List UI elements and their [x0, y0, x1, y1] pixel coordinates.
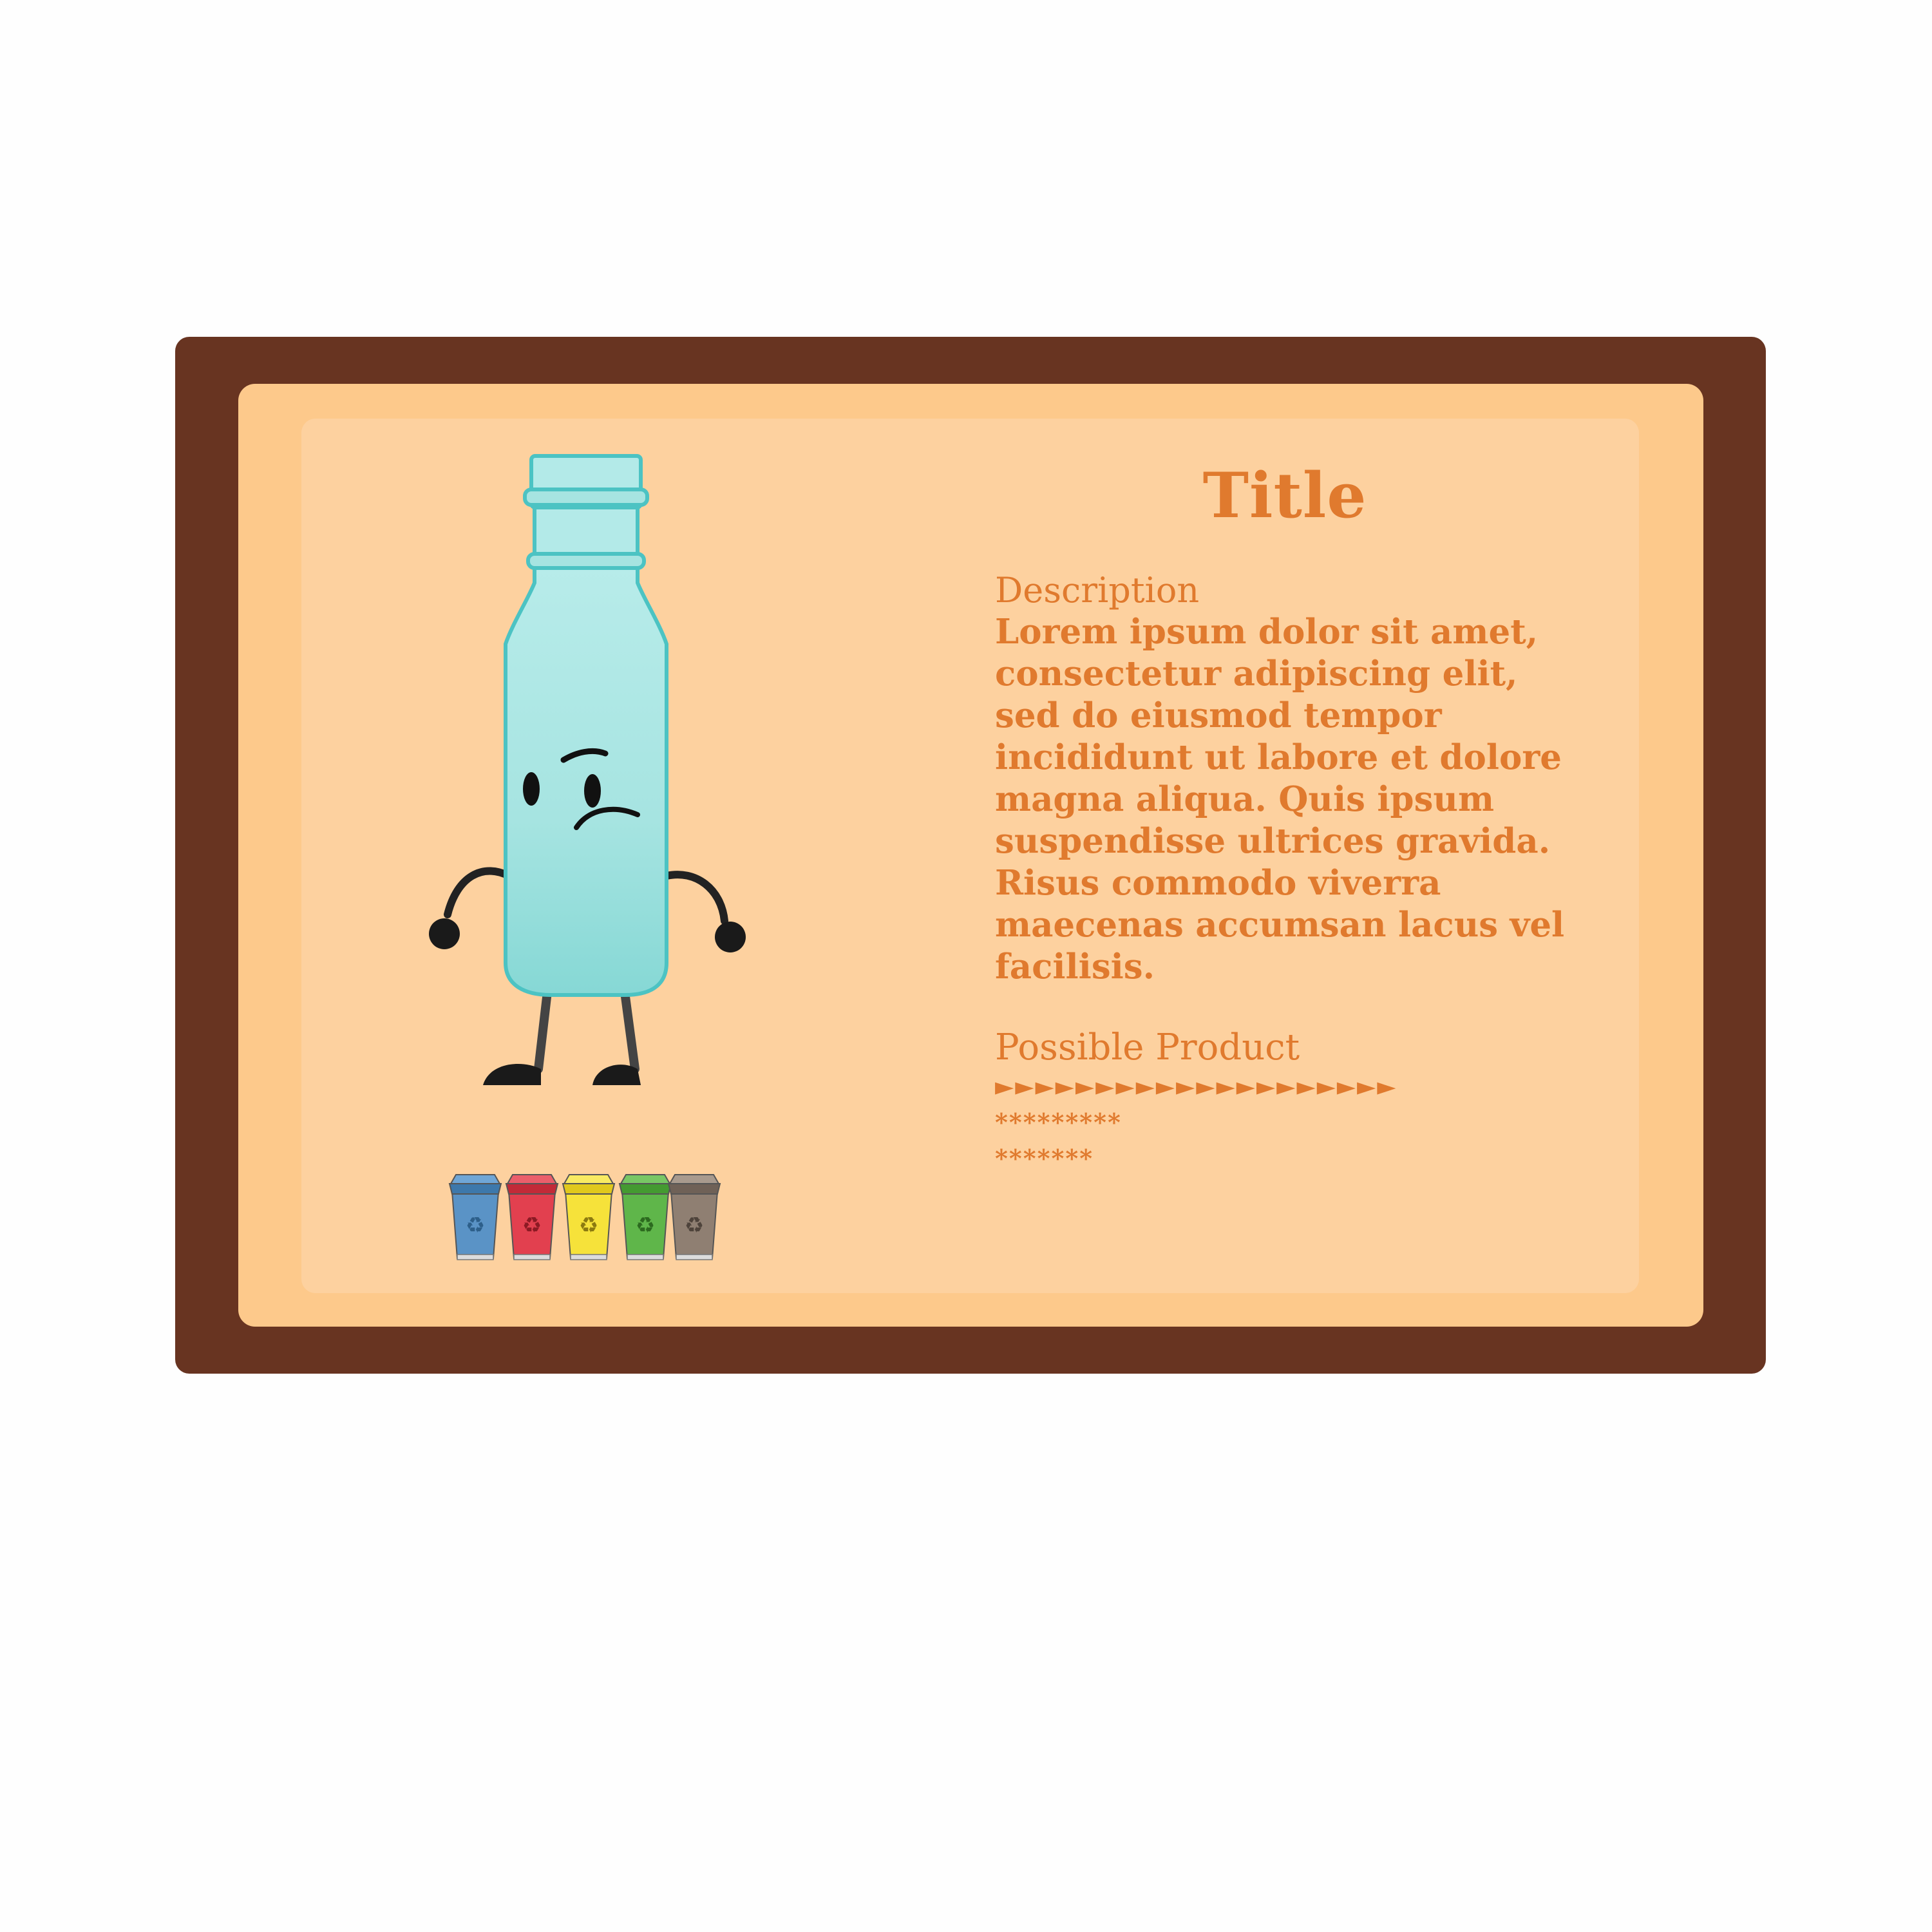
green-recycle-bin-icon: ♻: [618, 1174, 672, 1260]
card-title: Title: [1202, 459, 1367, 532]
svg-text:♻: ♻: [636, 1213, 655, 1238]
recycle-bins-group: ♻ ♻ ♻ ♻ ♻: [448, 1174, 721, 1260]
product-line: *******: [995, 1144, 1094, 1173]
product-line: *********: [995, 1108, 1122, 1137]
gray-recycle-bin-icon: ♻: [667, 1174, 721, 1260]
possible-product-heading: Possible Product: [995, 1027, 1300, 1068]
svg-text:♻: ♻: [685, 1213, 704, 1238]
card-text-column: Title Description Lorem ipsum dolor sit …: [995, 451, 1575, 1177]
description-body: Lorem ipsum dolor sit amet, consectetur …: [995, 612, 1565, 987]
yellow-recycle-bin-icon: ♻: [562, 1174, 616, 1260]
svg-text:♻: ♻: [579, 1213, 598, 1238]
svg-text:♻: ♻: [466, 1213, 485, 1238]
blue-recycle-bin-icon: ♻: [448, 1174, 502, 1260]
page-canvas: ♻ ♻ ♻ ♻ ♻ Title Description Lorem ipsum …: [0, 0, 1932, 1932]
red-recycle-bin-icon: ♻: [505, 1174, 559, 1260]
product-line: ►►►►►►►►►►►►►►►►►►►►: [995, 1072, 1397, 1101]
svg-text:♻: ♻: [522, 1213, 542, 1238]
sad-water-bottle-icon: [429, 454, 746, 1085]
description-heading: Description: [995, 570, 1200, 611]
